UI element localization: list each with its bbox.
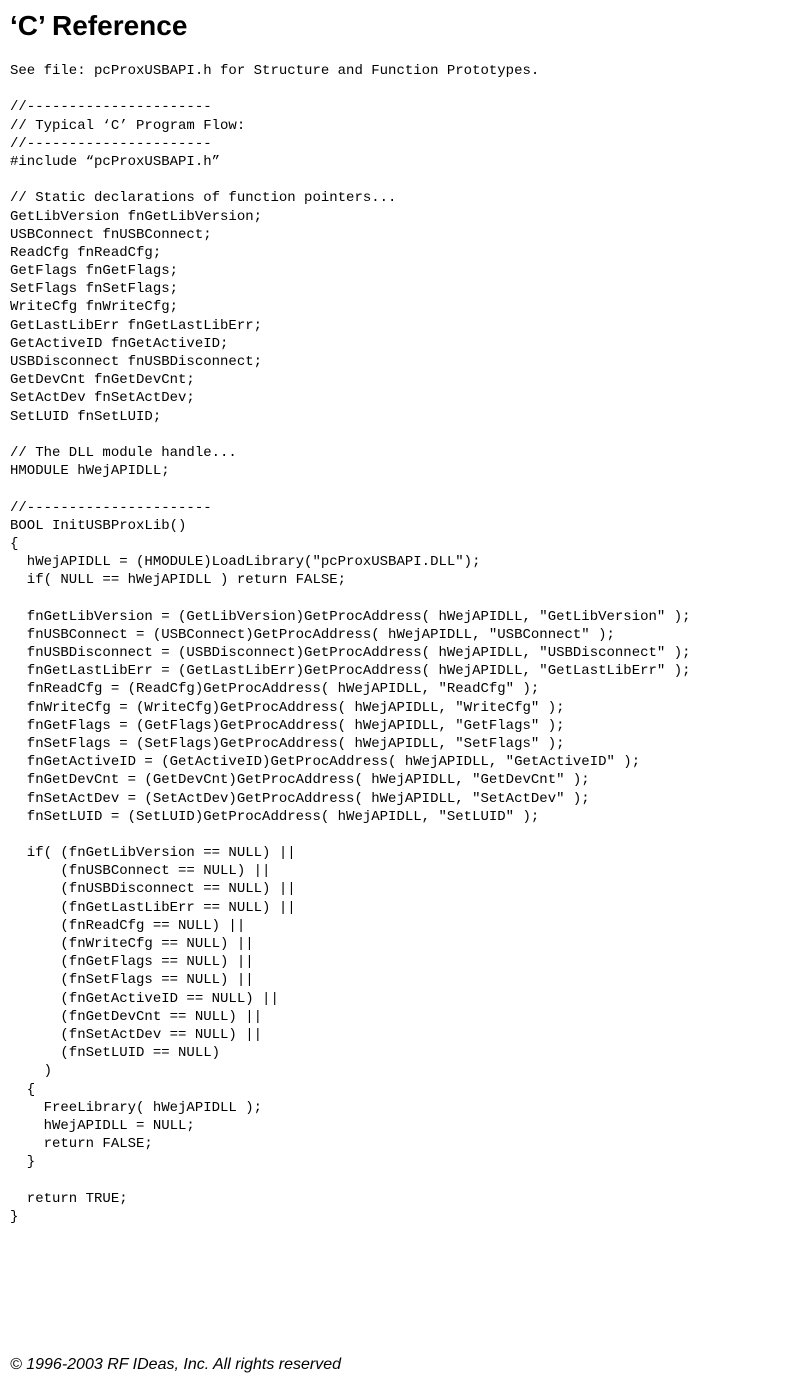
page-title: ‘C’ Reference <box>10 10 795 42</box>
copyright-footer: © 1996-2003 RF IDeas, Inc. All rights re… <box>10 1356 341 1374</box>
code-listing: See file: pcProxUSBAPI.h for Structure a… <box>10 62 795 1226</box>
document-page: ‘C’ Reference See file: pcProxUSBAPI.h f… <box>10 10 795 1384</box>
